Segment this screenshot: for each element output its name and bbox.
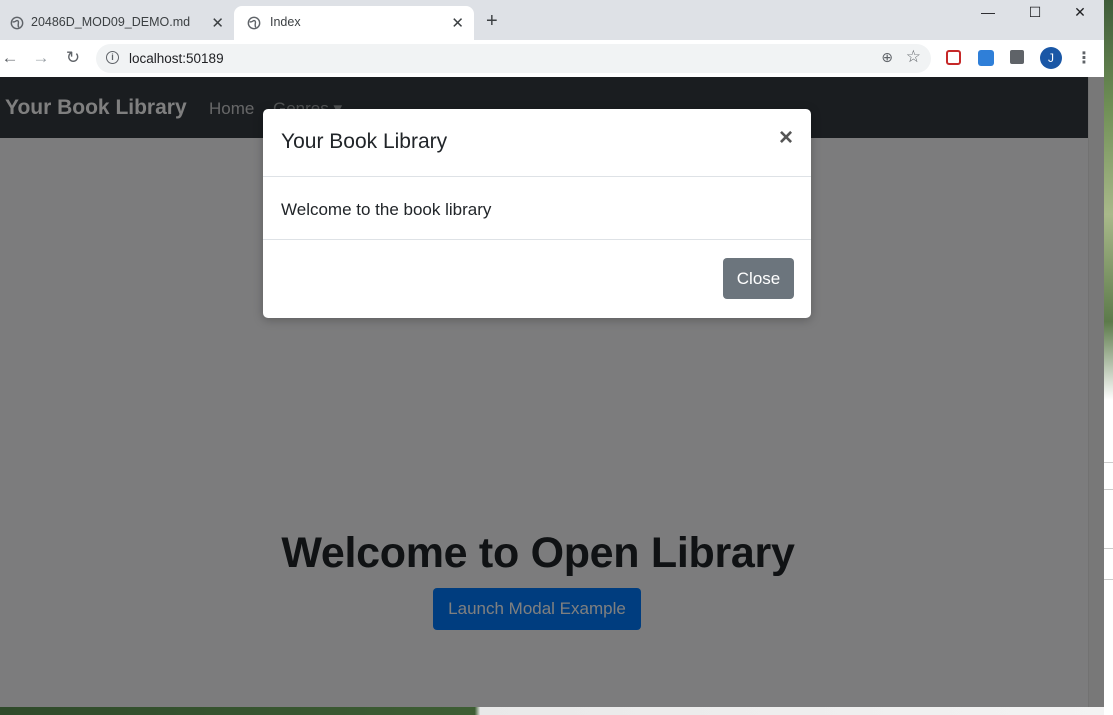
info-icon[interactable]: i: [106, 51, 119, 64]
modal-body-text: Welcome to the book library: [281, 200, 492, 219]
reload-icon[interactable]: ↻: [63, 48, 83, 68]
puzzle-icon[interactable]: [1010, 50, 1024, 64]
url-text[interactable]: localhost:50189: [129, 51, 224, 66]
profile-avatar[interactable]: J: [1040, 47, 1062, 69]
globe-icon: [10, 16, 24, 30]
desktop-background: [1104, 0, 1113, 715]
close-icon[interactable]: ×: [779, 126, 793, 150]
extension-icon[interactable]: [978, 50, 994, 66]
desktop-background-bottom: [0, 707, 1104, 715]
tab-index[interactable]: Index ✕: [234, 6, 474, 40]
modal-footer: Close: [263, 239, 811, 318]
tab-title: 20486D_MOD09_DEMO.md: [31, 15, 191, 29]
address-bar[interactable]: i localhost:50189 ⊕ ☆: [96, 44, 931, 73]
extension-icon[interactable]: [946, 50, 961, 65]
browser-toolbar: ← → ↻ i localhost:50189 ⊕ ☆ J ⋮: [0, 40, 1104, 78]
tab-title: Index: [270, 15, 301, 29]
close-button[interactable]: Close: [723, 258, 794, 299]
minimize-button[interactable]: —: [978, 4, 998, 24]
modal-title: Your Book Library: [281, 130, 448, 153]
back-icon[interactable]: ←: [0, 48, 20, 68]
web-page: Your Book Library Home Genres ▾ Welcome …: [0, 77, 1104, 707]
maximize-button[interactable]: ☐: [1025, 4, 1045, 24]
modal-dialog: Your Book Library × Welcome to the book …: [263, 109, 811, 318]
globe-icon: [247, 16, 261, 30]
close-tab-icon[interactable]: ✕: [211, 14, 224, 32]
browser-window: 20486D_MOD09_DEMO.md ✕ Index ✕ + — ☐ ✕ ←…: [0, 0, 1104, 707]
zoom-icon[interactable]: ⊕: [881, 49, 893, 66]
background-window-fragment: [1104, 548, 1113, 580]
bookmark-star-icon[interactable]: ☆: [906, 47, 921, 67]
background-window-fragment: [1104, 462, 1113, 490]
modal-header: Your Book Library ×: [263, 109, 811, 177]
forward-icon[interactable]: →: [31, 48, 51, 68]
tab-strip: 20486D_MOD09_DEMO.md ✕ Index ✕ + — ☐ ✕: [0, 0, 1104, 40]
close-window-button[interactable]: ✕: [1070, 4, 1090, 24]
close-tab-icon[interactable]: ✕: [451, 14, 464, 32]
new-tab-button[interactable]: +: [486, 11, 498, 31]
more-menu-icon[interactable]: ⋮: [1076, 48, 1092, 68]
tab-readme[interactable]: 20486D_MOD09_DEMO.md ✕: [0, 6, 234, 40]
